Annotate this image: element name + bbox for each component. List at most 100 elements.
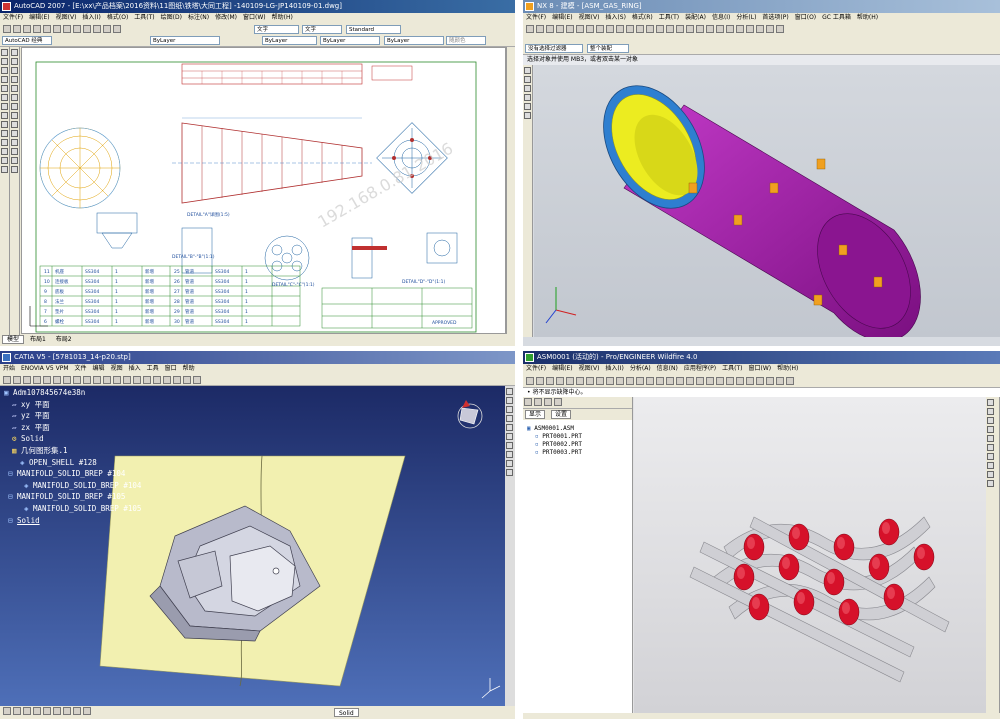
print-icon[interactable] [33, 25, 41, 33]
catia-groove-icon[interactable] [43, 376, 51, 384]
nx-trim-icon[interactable] [686, 25, 694, 33]
nx-part-navigator-icon[interactable] [524, 76, 531, 83]
proe-extrude-icon[interactable] [987, 417, 994, 424]
catia-sew-icon[interactable] [506, 451, 513, 458]
proe-datum-plane-icon[interactable] [756, 377, 764, 385]
proe-menu-edit[interactable]: 编辑(E) [549, 365, 575, 372]
circle-tool-icon[interactable] [1, 94, 8, 101]
menu-modify[interactable]: 修改(M) [212, 14, 240, 21]
catia-rib-icon[interactable] [63, 376, 71, 384]
scale-tool-icon[interactable] [11, 112, 18, 119]
proe-undo-icon[interactable] [576, 377, 584, 385]
catia-extract-icon[interactable] [506, 460, 513, 467]
proe-zoom-in-icon[interactable] [666, 377, 674, 385]
catia-menu-start[interactable]: 开始 [0, 365, 18, 372]
proe-explode-icon[interactable] [987, 471, 994, 478]
proe-check-icon[interactable] [987, 480, 994, 487]
tree-solid[interactable]: ⚙ Solid [4, 433, 141, 445]
catia-pattern-icon[interactable] [153, 376, 161, 384]
catia-zoom-out-icon[interactable] [53, 707, 61, 715]
proe-menu-info[interactable]: 信息(N) [654, 365, 681, 372]
mtext-tool-icon[interactable] [1, 166, 8, 173]
proe-repaint-icon[interactable] [646, 377, 654, 385]
catia-menu-enovia[interactable]: ENOVIA V5 VPM [18, 365, 72, 372]
nx-save-icon[interactable] [556, 25, 564, 33]
proe-settings-dropdown[interactable]: 设置 [550, 410, 571, 419]
proe-redo-icon[interactable] [586, 377, 594, 385]
tree-geometric-set[interactable]: ▦ 几何图形集.1 [4, 445, 141, 457]
cut-icon[interactable] [53, 25, 61, 33]
proe-open-icon[interactable] [536, 377, 544, 385]
tree-prt0002[interactable]: ▫ PRT0002.PRT [527, 441, 582, 449]
spline-tool-icon[interactable] [1, 103, 8, 110]
zoom-icon[interactable] [113, 25, 121, 33]
tree-xy-plane[interactable]: ▱ xy 平面 [4, 399, 141, 411]
mirror-tool-icon[interactable] [11, 67, 18, 74]
catia-line-icon[interactable] [506, 406, 513, 413]
proe-create-component-icon[interactable] [987, 408, 994, 415]
nx-wireframe-icon[interactable] [766, 25, 774, 33]
nx-pan-icon[interactable] [746, 25, 754, 33]
catia-offset-icon[interactable] [506, 469, 513, 476]
preview-icon[interactable] [43, 25, 51, 33]
region-tool-icon[interactable] [1, 148, 8, 155]
ellipse-tool-icon[interactable] [1, 112, 8, 119]
proe-revolve-icon[interactable] [987, 426, 994, 433]
rectangle-tool-icon[interactable] [1, 76, 8, 83]
proe-copy-icon[interactable] [606, 377, 614, 385]
nx-navigator-icon[interactable] [524, 67, 531, 74]
stretch-tool-icon[interactable] [11, 121, 18, 128]
polygon-tool-icon[interactable] [1, 67, 8, 74]
proe-regenerate-icon[interactable] [626, 377, 634, 385]
catia-command-input[interactable]: Solid [334, 708, 359, 717]
proe-menu-window[interactable]: 窗口(W) [746, 365, 775, 372]
nx-history-icon[interactable] [524, 94, 531, 101]
proe-folder-browser-icon[interactable] [534, 398, 542, 406]
tree-manifold-105-child[interactable]: ◈ MANIFOLD_SOLID_BREP #105 [4, 503, 141, 515]
menu-draw[interactable]: 绘图(D) [158, 14, 185, 21]
nx-orient-icon[interactable] [776, 25, 784, 33]
catia-shaft-icon[interactable] [33, 376, 41, 384]
line-tool-icon[interactable] [1, 49, 8, 56]
layer-select[interactable]: ByLayer [150, 36, 220, 45]
text-style-select-2[interactable]: 文字 [302, 25, 342, 34]
menu-tools[interactable]: 工具(T) [131, 14, 157, 21]
nx-menu-info[interactable]: 信息(I) [709, 14, 733, 21]
nx-extrude-icon[interactable] [596, 25, 604, 33]
catia-menu-edit[interactable]: 编辑 [90, 365, 108, 372]
tree-open-shell[interactable]: ◈ OPEN_SHELL #128 [4, 457, 141, 469]
proe-favorites-icon[interactable] [544, 398, 552, 406]
point-tool-icon[interactable] [1, 130, 8, 137]
proe-wireframe-icon[interactable] [726, 377, 734, 385]
nx-menu-tools[interactable]: 工具(T) [656, 14, 682, 21]
proe-find-icon[interactable] [636, 377, 644, 385]
tree-yz-plane[interactable]: ▱ yz 平面 [4, 410, 141, 422]
nx-redo-icon[interactable] [576, 25, 584, 33]
proe-zoom-out-icon[interactable] [676, 377, 684, 385]
open-icon[interactable] [13, 25, 21, 33]
nx-fit-icon[interactable] [716, 25, 724, 33]
nx-menu-format[interactable]: 格式(R) [629, 14, 656, 21]
nx-menu-analysis[interactable]: 分析(L) [733, 14, 759, 21]
nx-shell-icon[interactable] [656, 25, 664, 33]
nx-graphics-window[interactable] [534, 65, 1000, 342]
proe-refit-icon[interactable] [686, 377, 694, 385]
proe-datum-axis-icon[interactable] [766, 377, 774, 385]
array-tool-icon[interactable] [11, 85, 18, 92]
proe-layers-icon[interactable] [716, 377, 724, 385]
catia-normal-view-icon[interactable] [63, 707, 71, 715]
catia-fly-icon[interactable] [3, 707, 11, 715]
nx-shaded-icon[interactable] [756, 25, 764, 33]
catia-menu-view[interactable]: 视图 [108, 365, 126, 372]
proe-save-icon[interactable] [546, 377, 554, 385]
copy-tool-icon[interactable] [11, 58, 18, 65]
break-tool-icon[interactable] [11, 148, 18, 155]
proe-datum-icon[interactable] [987, 444, 994, 451]
catia-thread-icon[interactable] [133, 376, 141, 384]
nx-menu-gc-toolkit[interactable]: GC 工具箱 [819, 14, 854, 21]
nx-menu-preferences[interactable]: 首选项(P) [759, 14, 791, 21]
nx-undo-icon[interactable] [566, 25, 574, 33]
nx-sketch-icon[interactable] [586, 25, 594, 33]
tree-manifold-104[interactable]: ⊟ MANIFOLD_SOLID_BREP #104 [4, 468, 141, 480]
catia-boolean-icon[interactable] [506, 442, 513, 449]
